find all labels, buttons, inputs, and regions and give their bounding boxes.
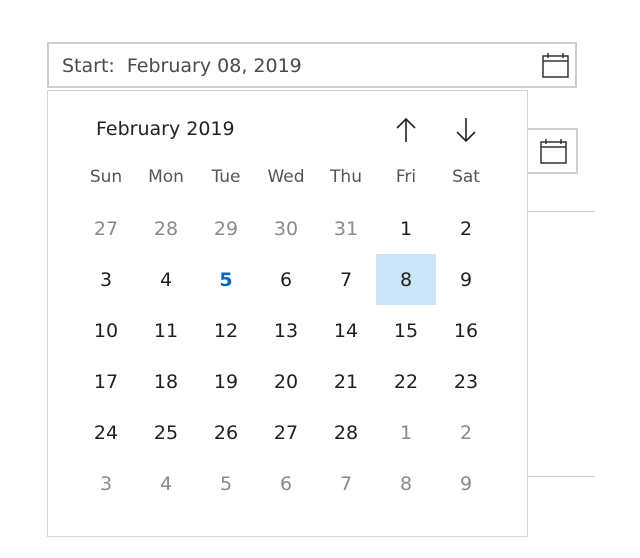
day-cell[interactable]: 7 <box>316 254 376 305</box>
previous-month-button[interactable] <box>389 113 423 147</box>
end-date-field[interactable] <box>520 128 578 174</box>
weekday-label: Wed <box>267 167 305 187</box>
day-cell[interactable]: 4 <box>136 254 196 305</box>
day-cell[interactable]: 9 <box>436 458 496 509</box>
month-year-header[interactable]: February 2019 <box>96 118 235 140</box>
day-cell[interactable]: 27 <box>76 203 136 254</box>
day-cell[interactable]: 1 <box>376 407 436 458</box>
day-cell-selected[interactable]: 8 <box>376 254 436 305</box>
day-cell[interactable]: 16 <box>436 305 496 356</box>
day-cell[interactable]: 3 <box>76 254 136 305</box>
day-cell[interactable]: 28 <box>136 203 196 254</box>
start-label: Start: <box>62 55 115 77</box>
day-cell[interactable]: 14 <box>316 305 376 356</box>
weekday-label: Thu <box>330 167 362 187</box>
day-cell[interactable]: 6 <box>256 458 316 509</box>
start-date-field[interactable]: Start: February 08, 2019 <box>47 42 577 88</box>
day-cell[interactable]: 24 <box>76 407 136 458</box>
day-cell[interactable]: 9 <box>436 254 496 305</box>
day-cell[interactable]: 8 <box>376 458 436 509</box>
day-cell[interactable]: 12 <box>196 305 256 356</box>
next-month-button[interactable] <box>449 113 483 147</box>
day-cell[interactable]: 1 <box>376 203 436 254</box>
day-cell[interactable]: 6 <box>256 254 316 305</box>
start-value: February 08, 2019 <box>126 55 302 77</box>
day-cell[interactable]: 7 <box>316 458 376 509</box>
start-date-text: Start: February 08, 2019 <box>62 55 302 77</box>
day-cell[interactable]: 13 <box>256 305 316 356</box>
day-cell[interactable]: 28 <box>316 407 376 458</box>
calendar-icon[interactable] <box>540 139 567 164</box>
day-cell[interactable]: 22 <box>376 356 436 407</box>
day-cell[interactable]: 20 <box>256 356 316 407</box>
day-cell[interactable]: 30 <box>256 203 316 254</box>
arrow-down-icon <box>455 117 477 143</box>
day-cell[interactable]: 2 <box>436 407 496 458</box>
day-cell[interactable]: 11 <box>136 305 196 356</box>
weekday-label: Sat <box>452 167 480 187</box>
day-cell[interactable]: 10 <box>76 305 136 356</box>
calendar-icon[interactable] <box>542 53 569 78</box>
calendar-popup: February 2019 Sun Mon Tue Wed Thu Fri Sat 27 28… <box>47 90 528 537</box>
day-cell[interactable]: 23 <box>436 356 496 407</box>
day-cell[interactable]: 21 <box>316 356 376 407</box>
day-cell[interactable]: 29 <box>196 203 256 254</box>
weekday-header-row: Sun Mon Tue Wed Thu Fri Sat <box>76 167 496 193</box>
day-cell-today[interactable]: 5 <box>196 254 256 305</box>
arrow-up-icon <box>395 117 417 143</box>
weekday-label: Tue <box>211 167 241 187</box>
day-cell[interactable]: 4 <box>136 458 196 509</box>
day-cell[interactable]: 27 <box>256 407 316 458</box>
day-cell[interactable]: 17 <box>76 356 136 407</box>
weekday-label: Fri <box>395 167 417 187</box>
weekday-label: Mon <box>148 167 184 187</box>
day-cell[interactable]: 31 <box>316 203 376 254</box>
day-grid: 27 28 29 30 31 1 2 3 4 5 6 7 8 9 10 11 12 13 14 15 16 17 18 19 2… <box>76 203 496 509</box>
divider-line <box>528 211 595 212</box>
day-cell[interactable]: 5 <box>196 458 256 509</box>
weekday-label: Sun <box>89 167 123 187</box>
day-cell[interactable]: 26 <box>196 407 256 458</box>
date-picker-screen: Start: February 08, 2019 February 2019 S… <box>0 0 640 558</box>
day-cell[interactable]: 2 <box>436 203 496 254</box>
day-cell[interactable]: 3 <box>76 458 136 509</box>
day-cell[interactable]: 19 <box>196 356 256 407</box>
day-cell[interactable]: 18 <box>136 356 196 407</box>
day-cell[interactable]: 15 <box>376 305 436 356</box>
day-cell[interactable]: 25 <box>136 407 196 458</box>
divider-line <box>528 476 595 477</box>
